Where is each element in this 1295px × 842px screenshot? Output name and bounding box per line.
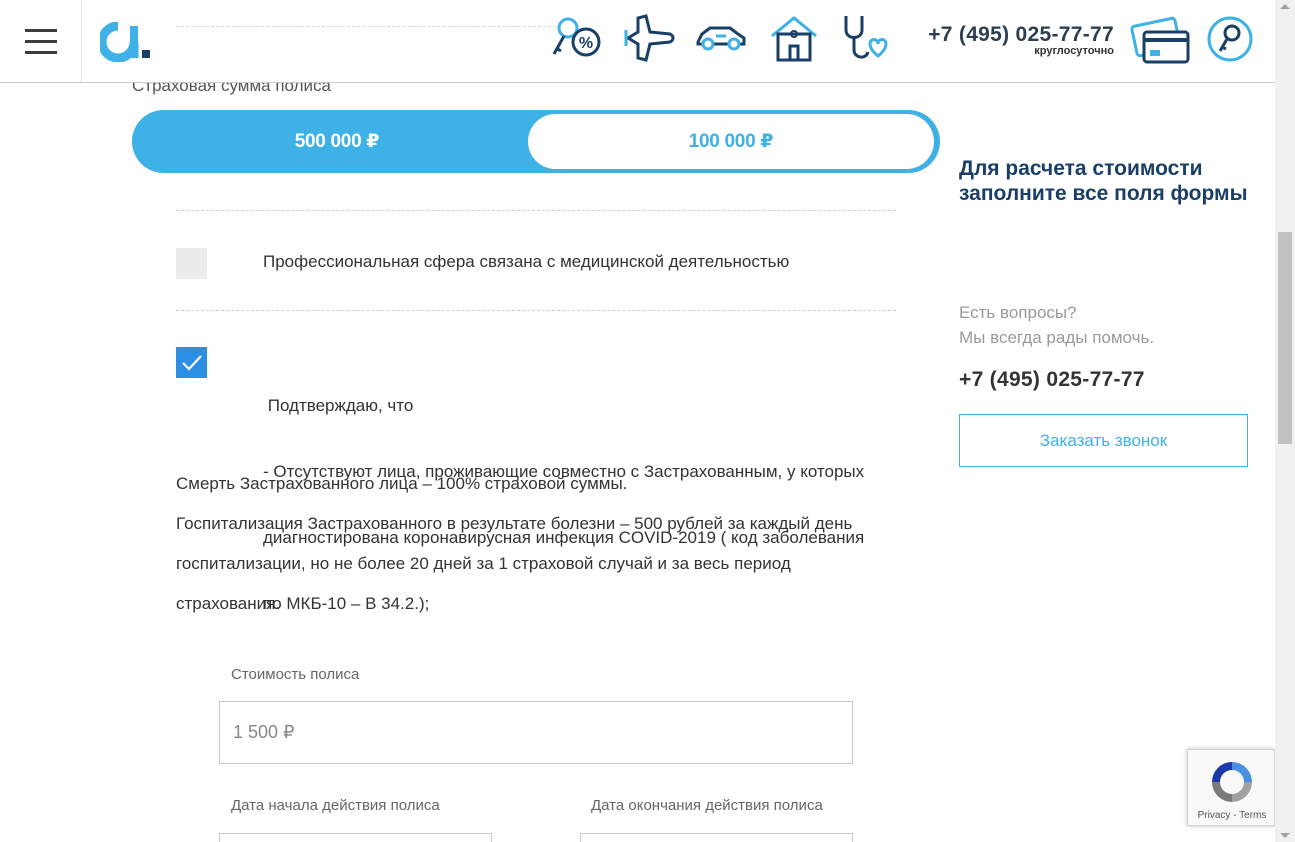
recaptcha-icon (1212, 762, 1252, 802)
credit-card-icon[interactable] (1130, 16, 1192, 66)
sum-option-100000[interactable]: 100 000 ₽ (528, 114, 934, 169)
recaptcha-badge[interactable]: Privacy - Terms (1187, 749, 1275, 826)
divider (176, 310, 896, 311)
menu-bar (24, 39, 57, 43)
airplane-icon[interactable] (620, 12, 676, 64)
sum-insured-toggle[interactable]: 500 000 ₽ 100 000 ₽ (132, 110, 940, 173)
divider (176, 26, 556, 27)
policy-cost-field[interactable]: 1 500 ₽ (219, 701, 853, 764)
sum-option-500000[interactable]: 500 000 ₽ (136, 114, 538, 169)
policy-cost-label: Стоимость полиса (231, 666, 360, 683)
callback-button[interactable]: Заказать звонок (959, 414, 1248, 467)
sidebar-phone[interactable]: +7 (495) 025-77-77 (959, 368, 1145, 392)
coverage-line: госпитализации, но не более 20 дней за 1… (176, 554, 791, 573)
confirm-line: Подтверждаю, что (263, 396, 414, 415)
coverage-info: Смерть Застрахованного лица – 100% страх… (176, 464, 896, 624)
start-date-label: Дата начала действия полиса (231, 797, 440, 814)
site-header: % +7 (495) 025-77-77 круглосуточно (0, 0, 1275, 83)
logo-icon[interactable] (100, 22, 152, 62)
menu-bar (24, 28, 57, 32)
coverage-line: Смерть Застрахованного лица – 100% страх… (176, 474, 628, 493)
coverage-line: Госпитализация Застрахованного в результ… (176, 514, 853, 533)
scroll-down-arrow-icon[interactable] (1280, 833, 1290, 838)
page-scrollbar[interactable] (1275, 0, 1295, 842)
confirm-checkbox[interactable] (176, 347, 207, 378)
house-icon[interactable] (766, 12, 822, 64)
divider (176, 210, 896, 211)
medical-profession-checkbox[interactable] (176, 248, 207, 279)
coverage-line: страхования. (176, 594, 281, 613)
terms-link[interactable]: Terms (1239, 810, 1266, 821)
privacy-link[interactable]: Privacy (1198, 810, 1231, 821)
scroll-up-arrow-icon[interactable] (1280, 4, 1290, 9)
separator: - (1230, 810, 1240, 821)
menu-bar (24, 50, 57, 54)
recaptcha-links: Privacy - Terms (1188, 810, 1276, 821)
stethoscope-heart-icon[interactable] (838, 12, 894, 64)
checkmark-icon (182, 355, 202, 371)
end-date-label: Дата окончания действия полиса (591, 797, 823, 814)
car-icon[interactable] (692, 12, 748, 64)
hamburger-menu-button[interactable] (0, 0, 82, 82)
questions-text: Есть вопросы? Мы всегда рады помочь. (959, 300, 1154, 350)
scrollbar-thumb[interactable] (1278, 232, 1292, 444)
calc-note: Для расчета стоимости заполните все поля… (959, 157, 1248, 205)
questions-line: Есть вопросы? (959, 303, 1077, 322)
questions-line: Мы всегда рады помочь. (959, 328, 1155, 347)
start-date-field[interactable] (219, 833, 492, 842)
search-key-icon[interactable] (1206, 15, 1254, 63)
medical-profession-label: Профессиональная сфера связана с медицин… (263, 252, 790, 271)
header-phone[interactable]: +7 (495) 025-77-77 круглосуточно (918, 22, 1114, 57)
key-percent-icon[interactable]: % (548, 12, 604, 64)
end-date-field[interactable] (580, 833, 853, 842)
svg-text:%: % (579, 35, 593, 52)
